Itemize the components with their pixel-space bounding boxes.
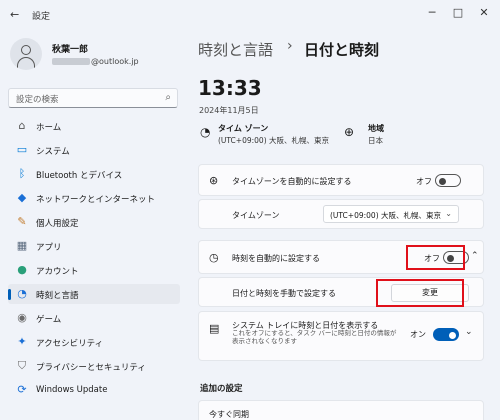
- sidebar-item-label: プライバシーとセキュリティ: [36, 363, 146, 373]
- apps-icon: ▦: [16, 239, 28, 252]
- sidebar-item[interactable]: ᛒ Bluetooth とデバイス: [8, 164, 180, 184]
- email-redaction: [52, 58, 90, 65]
- tray-state: オン: [410, 330, 426, 339]
- account-icon: ●: [17, 263, 27, 276]
- sidebar-item-label: 時刻と言語: [36, 291, 79, 301]
- search-placeholder: 設定の検索: [16, 95, 59, 105]
- selection-indicator: [8, 289, 11, 300]
- breadcrumb-parent[interactable]: 時刻と言語: [198, 39, 273, 60]
- wifi-icon: ◆: [17, 191, 27, 204]
- breadcrumb-separator: ›: [287, 38, 293, 54]
- sidebar-item[interactable]: ✎ 個人用設定: [8, 212, 180, 232]
- sidebar-item-label: ゲーム: [36, 315, 62, 325]
- globe-clock-icon: ◔: [200, 125, 211, 139]
- sidebar-item-label: アプリ: [36, 243, 62, 253]
- tray-toggle[interactable]: [433, 328, 459, 341]
- highlight-box-auto-time: [406, 245, 465, 270]
- back-arrow-icon[interactable]: ←: [10, 8, 19, 21]
- sidebar-item[interactable]: ▦ アプリ: [8, 236, 180, 256]
- auto-timezone-toggle[interactable]: [435, 174, 461, 187]
- user-email: @outlook.jp: [52, 57, 139, 66]
- sidebar-item[interactable]: ● アカウント: [8, 260, 180, 280]
- tray-description: これをオフにすると、タスク バーに時刻と日付の情報が表示されなくなります: [232, 329, 397, 345]
- gamepad-icon: ◉: [17, 311, 27, 324]
- chevron-up-icon[interactable]: ⌃: [471, 251, 479, 261]
- avatar-body-shape: [17, 57, 35, 69]
- tray-card: ▤ システム トレイに時刻と日付を表示する これをオフにすると、タスク バーに時…: [198, 311, 484, 361]
- region-summary-label: 地域: [368, 124, 384, 133]
- chevron-down-icon: ⌄: [445, 209, 452, 218]
- sync-now-label: 今すぐ同期: [209, 410, 249, 419]
- avatar[interactable]: [10, 38, 42, 70]
- sidebar-item-label: アクセシビリティ: [36, 339, 104, 349]
- sidebar: 秋葉一郎 @outlook.jp 設定の検索 ⌕ ⌂ ホーム ▭ システム ᛒ Bluet…: [0, 28, 190, 420]
- current-date: 2024年11月5日: [199, 106, 259, 115]
- sync-card: 今すぐ同期: [198, 400, 484, 420]
- monitor-icon: ▭: [16, 143, 28, 156]
- sidebar-item[interactable]: ◆ ネットワークとインターネット: [8, 188, 180, 208]
- timezone-summary-value: (UTC+09:00) 大阪、札幌、東京: [218, 136, 330, 145]
- sidebar-item-label: Bluetooth とデバイス: [36, 171, 123, 181]
- auto-timezone-state: オフ: [416, 177, 432, 186]
- current-time: 13:33: [198, 76, 262, 100]
- sidebar-item-label: Windows Update: [36, 385, 108, 395]
- maximize-icon[interactable]: □: [450, 6, 466, 19]
- home-icon: ⌂: [18, 119, 26, 132]
- sidebar-item[interactable]: ⟳ Windows Update: [8, 380, 180, 400]
- title-bar: ← 設定 ─ □ ✕: [0, 0, 500, 28]
- toggle-knob: [449, 331, 456, 339]
- search-input[interactable]: 設定の検索 ⌕: [8, 88, 178, 108]
- timezone-select[interactable]: (UTC+09:00) 大阪、札幌、東京 ⌄: [323, 205, 459, 223]
- calendar-clock-icon: ▤: [209, 322, 220, 335]
- manual-time-label: 日付と時刻を手動で設定する: [232, 289, 336, 298]
- brush-icon: ✎: [17, 215, 27, 228]
- minimize-icon[interactable]: ─: [424, 6, 440, 19]
- chevron-down-icon[interactable]: ⌄: [465, 327, 473, 337]
- timezone-label: タイムゾーン: [232, 211, 280, 220]
- sidebar-item[interactable]: ⌂ ホーム: [8, 116, 180, 136]
- additional-settings-heading: 追加の設定: [200, 384, 243, 394]
- main-content: 時刻と言語 › 日付と時刻 13:33 2024年11月5日 ◔ タイム ゾーン…: [190, 28, 500, 420]
- auto-timezone-card: ⊛ タイムゾーンを自動的に設定する オフ: [198, 164, 484, 196]
- sidebar-item-label: アカウント: [36, 267, 79, 277]
- highlight-box-change: [376, 279, 464, 307]
- toggle-knob: [439, 177, 446, 185]
- bluetooth-icon: ᛒ: [18, 167, 26, 180]
- sidebar-item[interactable]: ▭ システム: [8, 140, 180, 160]
- page-title: 日付と時刻: [304, 41, 380, 59]
- app-title: 設定: [32, 12, 51, 22]
- user-email-suffix: @outlook.jp: [91, 57, 139, 66]
- region-summary-value: 日本: [368, 136, 383, 145]
- globe-icon: ⊕: [344, 125, 355, 139]
- accessibility-icon: ✦: [17, 335, 27, 348]
- update-icon: ⟳: [17, 383, 27, 396]
- avatar-head-shape: [21, 45, 31, 55]
- sidebar-item-label: ネットワークとインターネット: [36, 195, 156, 205]
- search-icon: ⌕: [165, 92, 171, 103]
- clock-icon: ◷: [209, 251, 219, 264]
- timezone-select-value: (UTC+09:00) 大阪、札幌、東京: [330, 211, 442, 220]
- sidebar-item[interactable]: ⛉ プライバシーとセキュリティ: [8, 356, 180, 376]
- sidebar-item-label: ホーム: [36, 123, 62, 133]
- timezone-card: タイムゾーン (UTC+09:00) 大阪、札幌、東京 ⌄: [198, 199, 484, 229]
- auto-time-label: 時刻を自動的に設定する: [232, 254, 320, 263]
- sidebar-item-label: システム: [36, 147, 70, 157]
- shield-icon: ⛉: [17, 359, 27, 372]
- sidebar-item-label: 個人用設定: [36, 219, 79, 229]
- sidebar-item[interactable]: ✦ アクセシビリティ: [8, 332, 180, 352]
- close-icon[interactable]: ✕: [476, 6, 492, 19]
- user-name: 秋葉一郎: [52, 45, 89, 55]
- sidebar-item[interactable]: ◉ ゲーム: [8, 308, 180, 328]
- globe-clock-icon: ◔: [17, 287, 27, 300]
- auto-timezone-label: タイムゾーンを自動的に設定する: [232, 177, 352, 186]
- globe-sync-icon: ⊛: [209, 174, 219, 187]
- timezone-summary-label: タイム ゾーン: [218, 124, 269, 133]
- sidebar-item[interactable]: ◔ 時刻と言語: [8, 284, 180, 304]
